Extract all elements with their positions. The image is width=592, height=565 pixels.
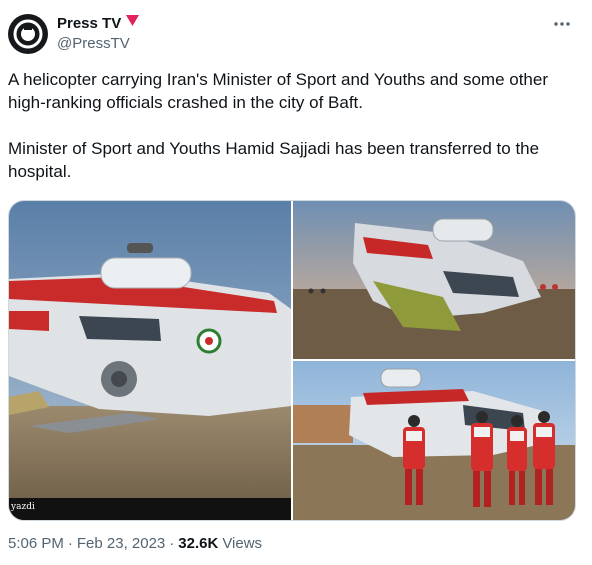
- tweet-date[interactable]: Feb 23, 2023: [77, 535, 165, 552]
- tweet-paragraph: Minister of Sport and Youths Hamid Sajja…: [8, 139, 540, 181]
- tweet-time[interactable]: 5:06 PM: [8, 535, 64, 552]
- tweet-paragraph: A helicopter carrying Iran's Minister of…: [8, 70, 548, 112]
- more-options-icon[interactable]: [552, 14, 572, 34]
- views-label: Views: [222, 535, 263, 552]
- red-triangle-badge-icon: [126, 14, 140, 32]
- meta-separator: ·: [67, 535, 73, 552]
- views-count: 32.6K: [178, 535, 219, 552]
- avatar[interactable]: [8, 14, 48, 54]
- meta-separator: ·: [169, 535, 175, 552]
- tweet-text: A helicopter carrying Iran's Minister of…: [8, 68, 578, 183]
- display-name[interactable]: Press TV: [57, 15, 121, 32]
- presstv-logo-icon: [9, 15, 47, 53]
- media-grid: yazdi: [8, 200, 576, 521]
- watermark: yazdi: [11, 502, 35, 512]
- tweet-metadata: 5:06 PM · Feb 23, 2023 · 32.6K Views: [8, 535, 262, 552]
- helicopter-crash-photo[interactable]: yazdi: [9, 201, 291, 520]
- user-handle[interactable]: @PressTV: [57, 35, 130, 52]
- helicopter-wreck-photo[interactable]: [293, 201, 575, 359]
- rescue-workers-photo[interactable]: [293, 361, 575, 520]
- author-name-row: Press TV: [57, 14, 140, 32]
- tweet-card: Press TV @PressTV A helicopter carrying …: [0, 0, 592, 565]
